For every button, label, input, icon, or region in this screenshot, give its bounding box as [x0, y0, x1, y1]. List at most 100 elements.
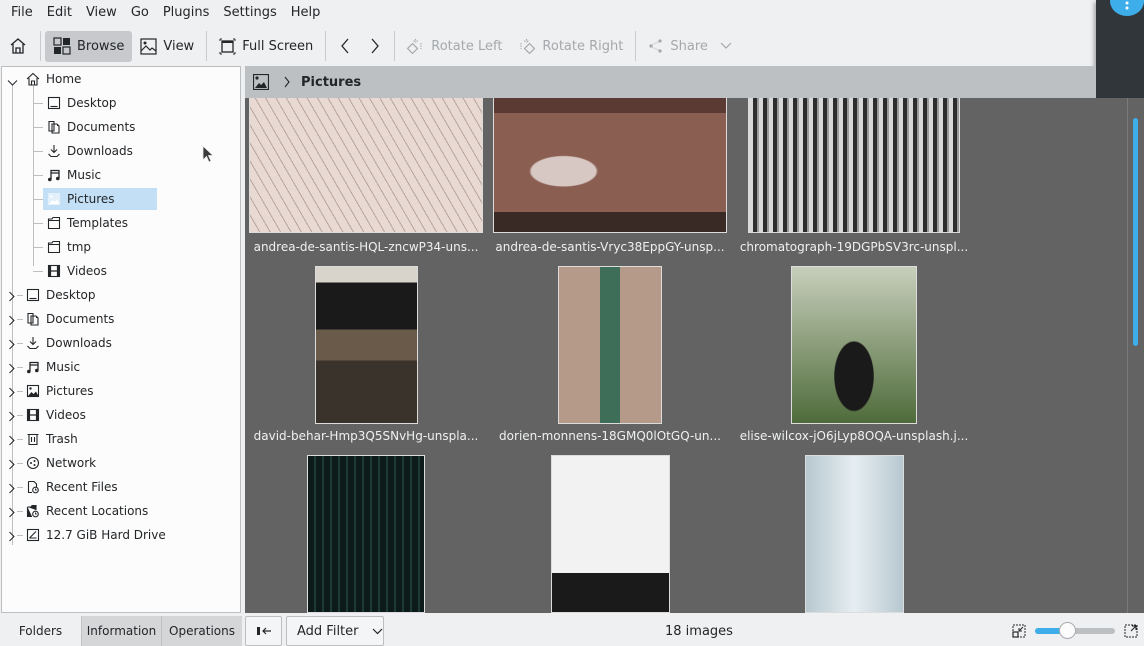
image-thumbnail[interactable] [558, 266, 662, 424]
tree-item-home-tmp[interactable]: tmp [43, 236, 91, 258]
menu-settings[interactable]: Settings [216, 5, 283, 20]
image-thumbnail[interactable] [249, 98, 483, 233]
chevron-left-icon [341, 38, 349, 54]
scrollbar-thumb[interactable] [1133, 118, 1138, 346]
chevron-down-icon [7, 80, 18, 86]
tree-item-label: 12.7 GiB Hard Drive [46, 528, 166, 542]
chevron-right-icon [9, 291, 15, 302]
tree-line [17, 367, 23, 368]
tree-item-recent-locations[interactable]: Recent Locations [26, 500, 148, 522]
tree-item-label: Recent Locations [46, 504, 149, 518]
share-button[interactable]: Share [640, 31, 740, 62]
forward-button[interactable] [360, 31, 390, 62]
tree-item-documents[interactable]: Documents [26, 308, 114, 330]
image-thumbnail[interactable] [493, 98, 727, 233]
rotate-right-button[interactable]: Rotate Right [510, 31, 631, 62]
recent-files-icon [26, 480, 40, 494]
info-button[interactable] [1110, 0, 1144, 16]
network-icon [26, 456, 40, 470]
image-thumbnail[interactable] [804, 455, 904, 613]
tree-item-trash[interactable]: Trash [26, 428, 78, 450]
toggle-sidebar-button[interactable] [245, 616, 282, 646]
tab-operations[interactable]: Operations [161, 616, 242, 646]
pictures-icon[interactable] [253, 74, 269, 90]
tree-item-home[interactable]: Home [26, 68, 81, 90]
image-caption[interactable]: chromatograph-19DGPbSV3rc-unspl... [735, 240, 973, 254]
gallery-scrollbar[interactable] [1127, 98, 1144, 613]
chevron-right-icon [9, 315, 15, 326]
browse-label: Browse [77, 38, 125, 54]
full-screen-button[interactable]: Full Screen [211, 31, 321, 62]
tree-line [17, 439, 23, 440]
image-thumbnail[interactable] [748, 98, 960, 233]
tree-item-12-7-gib-hard-drive[interactable]: 12.7 GiB Hard Drive [26, 524, 166, 546]
tree-item-label: Music [67, 168, 102, 182]
image-thumbnail[interactable] [550, 455, 670, 613]
menu-file[interactable]: File [4, 5, 40, 20]
menu-help[interactable]: Help [284, 5, 328, 20]
chevron-right-icon [9, 435, 15, 446]
add-filter-button[interactable]: Add Filter [286, 616, 384, 646]
tree-line [17, 295, 23, 296]
image-thumbnail[interactable] [307, 455, 425, 613]
rotate-left-button[interactable]: Rotate Left [399, 31, 510, 62]
sidebar-tabs: Folders Information Operations [0, 616, 242, 646]
image-thumbnail[interactable] [791, 266, 917, 424]
breadcrumb-current[interactable]: Pictures [301, 75, 361, 90]
tab-information[interactable]: Information [81, 616, 161, 646]
menu-go[interactable]: Go [124, 5, 156, 20]
add-filter-label: Add Filter [297, 623, 359, 639]
tab-folders[interactable]: Folders [0, 616, 81, 646]
breadcrumb-separator-icon [284, 76, 290, 88]
browse-button[interactable]: Browse [45, 30, 133, 62]
tree-item-home-downloads[interactable]: Downloads [43, 140, 133, 162]
zoom-slider-handle[interactable] [1059, 622, 1076, 639]
tree-item-pictures[interactable]: Pictures [26, 380, 94, 402]
image-thumbnail[interactable] [314, 266, 418, 424]
tree-item-home-documents[interactable]: Documents [43, 116, 135, 138]
tree-line [17, 535, 23, 536]
image-caption[interactable]: andrea-de-santis-Vryc38EppGY-unsp... [491, 240, 729, 254]
tree-line [33, 86, 34, 266]
documents-icon [26, 312, 40, 326]
expand-toggle-home[interactable] [7, 75, 18, 86]
tree-item-label: Recent Files [46, 480, 118, 494]
tab-information-label: Information [86, 624, 157, 638]
toolbar-separator [206, 31, 208, 61]
menu-view[interactable]: View [79, 5, 124, 20]
rotate-right-icon [520, 38, 536, 55]
back-button[interactable] [330, 31, 360, 62]
tree-item-home-music[interactable]: Music [43, 164, 101, 186]
desktop-icon [26, 288, 40, 302]
tree-item-downloads[interactable]: Downloads [26, 332, 112, 354]
image-caption[interactable]: david-behar-Hmp3Q5SNvHg-unspla... [247, 429, 485, 443]
tree-item-home-templates[interactable]: Templates [43, 212, 128, 234]
menu-edit[interactable]: Edit [40, 5, 79, 20]
toolbar-separator [40, 31, 41, 61]
downloads-icon [26, 336, 40, 350]
tree-item-home-videos[interactable]: Videos [43, 260, 107, 282]
tree-item-videos[interactable]: Videos [26, 404, 86, 426]
view-button[interactable]: View [132, 31, 202, 62]
pictures-icon [47, 192, 61, 206]
image-count: 18 images [665, 623, 733, 639]
tree-item-desktop[interactable]: Desktop [26, 284, 96, 306]
zoom-fit-icon[interactable] [1012, 624, 1026, 638]
tree-item-label: Pictures [67, 192, 115, 206]
toolbar-separator [325, 31, 327, 61]
menu-plugins[interactable]: Plugins [156, 5, 217, 20]
more-vertical-icon [1125, 1, 1129, 10]
home-button[interactable] [0, 31, 36, 62]
image-caption[interactable]: dorien-monnens-18GMQ0lOtGQ-un... [491, 429, 729, 443]
zoom-fullsize-icon[interactable] [1124, 624, 1138, 638]
tab-operations-label: Operations [169, 624, 235, 638]
image-caption[interactable]: elise-wilcox-jO6jLyp8OQA-unsplash.j... [735, 429, 973, 443]
tree-item-network[interactable]: Network [26, 452, 96, 474]
zoom-slider[interactable] [1035, 622, 1115, 639]
image-caption[interactable]: andrea-de-santis-HQL-zncwP34-uns... [247, 240, 485, 254]
tree-item-home-pictures[interactable]: Pictures [43, 188, 157, 210]
tree-item-home-desktop[interactable]: Desktop [43, 92, 117, 114]
tree-item-music[interactable]: Music [26, 356, 80, 378]
tree-item-recent-files[interactable]: Recent Files [26, 476, 118, 498]
chevron-right-icon [9, 363, 15, 374]
